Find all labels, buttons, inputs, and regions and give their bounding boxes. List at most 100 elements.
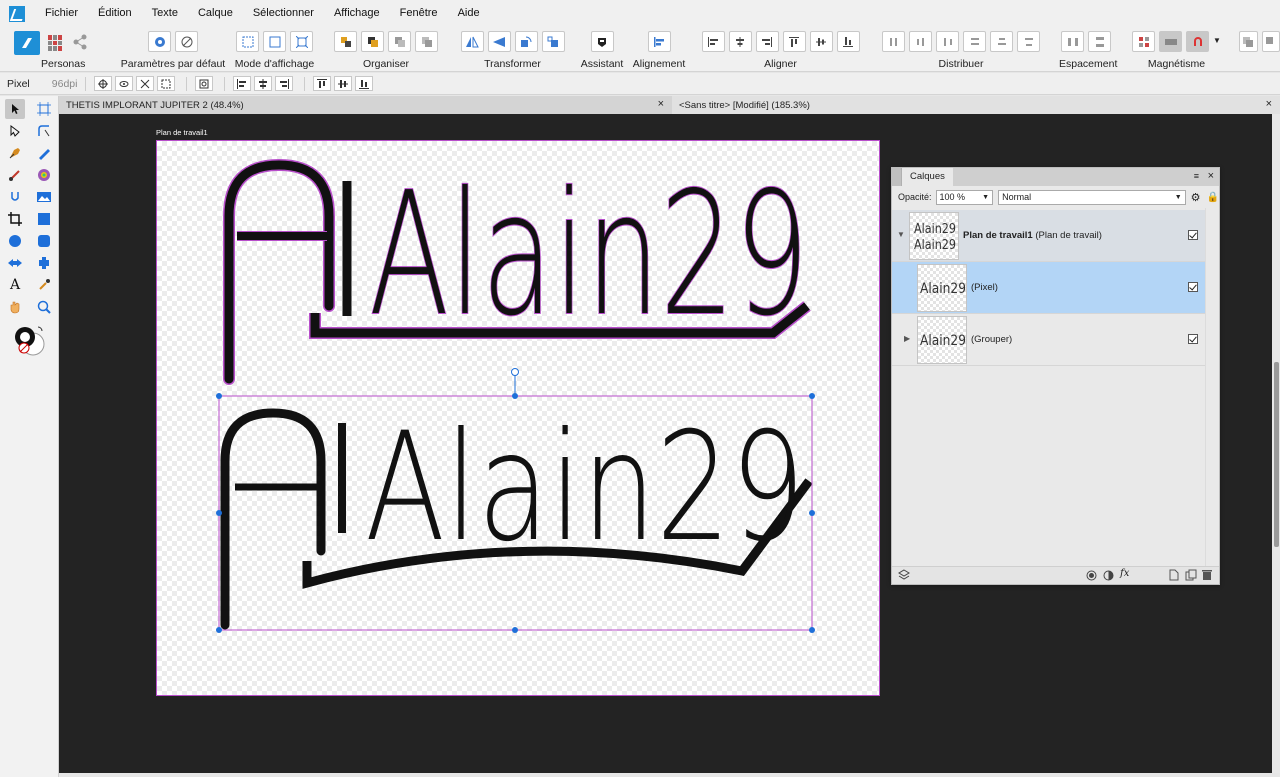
close-icon[interactable]: ×: [1208, 170, 1214, 182]
rotate-left-icon[interactable]: [514, 31, 538, 52]
snap-bounding-icon[interactable]: [157, 76, 176, 91]
align-middle-icon[interactable]: [809, 31, 833, 52]
align-bottom-icon[interactable]: [836, 31, 860, 52]
close-icon[interactable]: ×: [1266, 98, 1272, 110]
unit-label[interactable]: Pixel: [7, 78, 30, 90]
chevron-down-icon[interactable]: ▼: [897, 230, 905, 239]
zoom-tool-icon[interactable]: [34, 297, 54, 317]
align-right-icon[interactable]: [755, 31, 779, 52]
space-vertical-icon[interactable]: [1088, 31, 1111, 52]
ctx-align-bottom-icon[interactable]: [355, 76, 374, 91]
distribute-left-icon[interactable]: [882, 31, 905, 52]
resize-handle[interactable]: [216, 627, 222, 633]
designer-persona-icon[interactable]: [14, 31, 40, 55]
lock-icon[interactable]: 🔒: [1207, 192, 1219, 203]
transform-objects-icon[interactable]: [195, 76, 214, 91]
bring-front-icon[interactable]: [334, 31, 357, 52]
resize-handle[interactable]: [809, 510, 815, 516]
menu-edition[interactable]: Édition: [90, 0, 140, 27]
ctx-align-left-icon[interactable]: [233, 76, 252, 91]
magnet-icon[interactable]: [1186, 31, 1210, 52]
layers-stack-icon[interactable]: [898, 569, 910, 584]
affinity-designer-logo-icon[interactable]: [9, 5, 25, 22]
menu-aide[interactable]: Aide: [450, 0, 488, 27]
menu-affichage[interactable]: Affichage: [326, 0, 388, 27]
hand-tool-icon[interactable]: [5, 297, 25, 317]
trash-icon[interactable]: [1202, 569, 1212, 584]
distribute-middle-icon[interactable]: [990, 31, 1013, 52]
align-top-icon[interactable]: [782, 31, 806, 52]
ellipse-tool-icon[interactable]: [5, 231, 25, 251]
place-image-tool-icon[interactable]: [34, 187, 54, 207]
layer-row-group[interactable]: ▶ Alain29 (Grouper): [892, 314, 1205, 366]
layer-visibility-checkbox[interactable]: [1188, 282, 1198, 292]
align-center-icon[interactable]: [728, 31, 752, 52]
flip-vertical-icon[interactable]: [487, 31, 511, 52]
rounded-rectangle-tool-icon[interactable]: [34, 231, 54, 251]
insert-behind-icon[interactable]: [1261, 31, 1280, 52]
flip-horizontal-icon[interactable]: [460, 31, 484, 52]
pen-tool-icon[interactable]: [5, 143, 25, 163]
corner-tool-icon[interactable]: [34, 121, 54, 141]
pixel-persona-icon[interactable]: [48, 35, 64, 51]
tab-sans-titre[interactable]: <Sans titre> [Modifié] (185.3%) ×: [672, 96, 1280, 114]
view-mode-retina-icon[interactable]: [263, 31, 286, 52]
resize-handle[interactable]: [512, 627, 518, 633]
close-icon[interactable]: ×: [658, 98, 664, 110]
transparency-tool-icon[interactable]: [5, 187, 25, 207]
scrollbar-thumb[interactable]: [1274, 362, 1279, 547]
menu-fichier[interactable]: Fichier: [37, 0, 86, 27]
view-mode-outline-icon[interactable]: [290, 31, 313, 52]
no-fill-icon[interactable]: [175, 31, 198, 52]
pixel-logo-bottom[interactable]: Alain29: [220, 401, 813, 630]
triangle-tool-icon[interactable]: [5, 253, 25, 273]
distribute-right-icon[interactable]: [936, 31, 959, 52]
export-persona-icon[interactable]: [72, 34, 88, 55]
send-back-icon[interactable]: [415, 31, 438, 52]
distribute-center-icon[interactable]: [909, 31, 932, 52]
adjustment-icon[interactable]: [1103, 570, 1114, 584]
view-mode-pixel-icon[interactable]: [236, 31, 259, 52]
panel-grip-icon[interactable]: [892, 168, 902, 186]
artboard-tool-icon[interactable]: [34, 99, 54, 119]
ctx-align-middle-icon[interactable]: [334, 76, 353, 91]
move-backward-icon[interactable]: [388, 31, 411, 52]
color-picker-tool-icon[interactable]: [34, 275, 54, 295]
panel-menu-icon[interactable]: ≡: [1194, 171, 1199, 181]
rotation-handle[interactable]: [511, 368, 519, 376]
move-tool-icon[interactable]: [5, 99, 25, 119]
magnetism-dropdown-icon[interactable]: ▼: [1213, 36, 1221, 52]
duplicate-layer-icon[interactable]: [1185, 569, 1197, 584]
menu-calque[interactable]: Calque: [190, 0, 241, 27]
resize-handle[interactable]: [216, 510, 222, 516]
chevron-right-icon[interactable]: ▶: [904, 334, 910, 343]
layer-row-pixel[interactable]: Alain29 (Pixel): [892, 262, 1205, 314]
canvas-vertical-scrollbar[interactable]: [1272, 114, 1280, 773]
text-tool-icon[interactable]: A: [5, 275, 25, 295]
resize-handle[interactable]: [809, 627, 815, 633]
layer-visibility-checkbox[interactable]: [1188, 334, 1198, 344]
insert-inside-icon[interactable]: [1239, 31, 1258, 52]
dpi-label[interactable]: 96dpi: [52, 78, 78, 90]
ctx-align-right-icon[interactable]: [275, 76, 294, 91]
resize-handle[interactable]: [512, 393, 518, 399]
rectangle-tool-icon[interactable]: [34, 209, 54, 229]
opacity-select[interactable]: 100 % ▼: [935, 189, 994, 205]
resize-handle[interactable]: [809, 393, 815, 399]
fill-stroke-swatch-icon[interactable]: [12, 324, 48, 361]
layer-visibility-checkbox[interactable]: [1188, 230, 1198, 240]
fill-tool-icon[interactable]: [34, 165, 54, 185]
add-layer-icon[interactable]: [1169, 569, 1179, 584]
scale-with-object-icon[interactable]: [136, 76, 155, 91]
default-params-icon[interactable]: [148, 31, 171, 52]
alignment-icon[interactable]: [647, 31, 671, 52]
rotate-right-icon[interactable]: [541, 31, 565, 52]
crop-tool-icon[interactable]: [5, 209, 25, 229]
shapes-tool-icon[interactable]: [34, 253, 54, 273]
ctx-align-center-icon[interactable]: [254, 76, 273, 91]
vector-logo-top[interactable]: Alain29 Alain29: [223, 155, 811, 385]
artwork-svg[interactable]: Alain29 Alain29 Alain29: [157, 141, 881, 697]
menu-fenetre[interactable]: Fenêtre: [392, 0, 446, 27]
layers-scrollbar[interactable]: [1205, 208, 1219, 566]
transform-origin-icon[interactable]: [94, 76, 113, 91]
